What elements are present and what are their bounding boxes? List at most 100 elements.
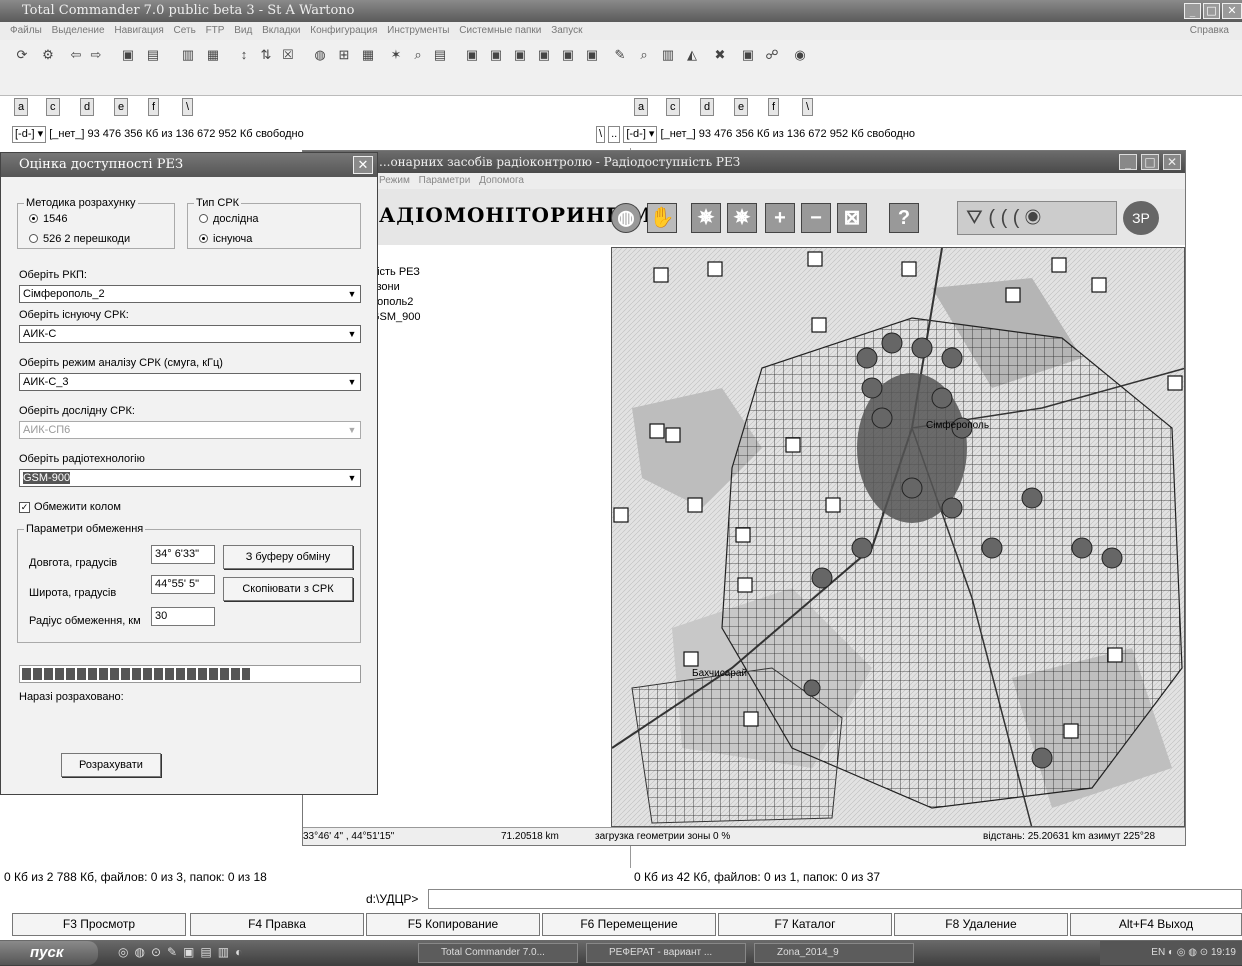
type-existing-radio[interactable]: існуюча (199, 233, 252, 245)
globe-icon[interactable]: ◍ (611, 203, 641, 233)
panel3-icon[interactable]: ▣ (512, 47, 528, 63)
f8-delete-button[interactable]: F8 Удаление (894, 913, 1068, 936)
right-arrow-icon[interactable]: ⇨ (88, 47, 104, 63)
maximize-button[interactable]: □ (1203, 3, 1220, 19)
menu-help[interactable]: Справка (1190, 22, 1229, 40)
menu-net[interactable]: Сеть (174, 25, 196, 36)
map-close-button[interactable]: ✕ (1163, 154, 1181, 170)
f4-edit-button[interactable]: F4 Правка (190, 913, 364, 936)
minimize-button[interactable]: _ (1184, 3, 1201, 19)
lat-input[interactable]: 44°55' 5" (151, 575, 215, 594)
search-icon[interactable]: ⌕ (410, 47, 426, 63)
tree-item[interactable]: GSM_900 (371, 310, 571, 325)
menu-launch[interactable]: Запуск (551, 25, 582, 36)
altf4-exit-button[interactable]: Alt+F4 Выход (1070, 913, 1242, 936)
task-total-commander[interactable]: Total Commander 7.0... (418, 943, 578, 963)
drive-net-button-right[interactable]: \ (802, 98, 814, 116)
root-button[interactable]: \ (596, 125, 606, 143)
web-icon[interactable]: ◍ (312, 47, 328, 63)
zoom-extent-icon[interactable]: ✵ (691, 203, 721, 233)
zoom-in-icon[interactable]: + (765, 203, 795, 233)
compare-icon[interactable]: ☒ (280, 47, 296, 63)
panel-icon[interactable]: ▣ (464, 47, 480, 63)
rkp-select[interactable]: Сімферополь_2 ▼ (19, 285, 361, 303)
tool2-icon[interactable]: ⌕ (636, 47, 652, 63)
map-canvas[interactable]: Сімферополь Бахчисарай (611, 247, 1185, 827)
start-button[interactable]: пуск (0, 941, 98, 965)
map-minimize-button[interactable]: _ (1119, 154, 1137, 170)
drive-f-button[interactable]: f (148, 98, 160, 116)
zoom-window-icon[interactable]: ✵ (727, 203, 757, 233)
type-test-radio[interactable]: дослідна (199, 213, 259, 225)
menu-help-map[interactable]: Допомога (479, 175, 524, 186)
brief-view-icon[interactable]: ⚙ (40, 47, 56, 63)
view-icon[interactable]: ▥ (180, 47, 196, 63)
menu-sysfolders[interactable]: Системные папки (459, 25, 541, 36)
refresh-icon[interactable]: ⟳ (14, 47, 30, 63)
map-maximize-button[interactable]: □ (1141, 154, 1159, 170)
menu-config[interactable]: Конфигурация (310, 25, 377, 36)
method-526-radio[interactable]: 526 2 перешкоди (29, 233, 130, 245)
menu-selection[interactable]: Выделение (52, 25, 105, 36)
drive-c-button-right[interactable]: c (666, 98, 680, 116)
menu-files[interactable]: Файлы (10, 25, 42, 36)
tool6-icon[interactable]: ☍ (764, 47, 780, 63)
sort-az-icon[interactable]: ⇅ (258, 47, 274, 63)
language-indicator[interactable]: EN (1151, 947, 1165, 958)
panel2-icon[interactable]: ▣ (488, 47, 504, 63)
hand-pan-icon[interactable]: ✋ (647, 203, 677, 233)
quick-launch-icons[interactable]: ◎◍⊙✎▣▤▥◐ (118, 945, 248, 959)
limit-checkbox[interactable]: ✓ Обмежити колом (19, 501, 121, 513)
menu-navigation[interactable]: Навигация (114, 25, 163, 36)
menu-tools[interactable]: Инструменты (387, 25, 449, 36)
sort-icon[interactable]: ↕ (236, 47, 252, 63)
edit-icon[interactable]: ▦ (205, 47, 221, 63)
left-drive-combo[interactable]: [-d-] ▾ (12, 125, 47, 143)
clear-icon[interactable]: ⊠ (837, 203, 867, 233)
antenna-selector[interactable]: ⛛ ( ( ( ◉ (957, 201, 1117, 235)
tool5-icon[interactable]: ▣ (740, 47, 756, 63)
calendar-icon[interactable]: ▦ (360, 47, 376, 63)
delete-icon[interactable]: ✖ (712, 47, 728, 63)
help-icon[interactable]: ? (889, 203, 919, 233)
copy-from-srk-button[interactable]: Скопіювати з СРК (223, 577, 353, 601)
f6-move-button[interactable]: F6 Перемещение (542, 913, 716, 936)
srk-select[interactable]: АИК-С ▼ (19, 325, 361, 343)
tree-item[interactable]: ність РЕЗ (371, 265, 571, 280)
tool3-icon[interactable]: ▥ (660, 47, 676, 63)
dialog-close-button[interactable]: ✕ (353, 156, 373, 174)
f7-mkdir-button[interactable]: F7 Каталог (718, 913, 892, 936)
up-button[interactable]: .. (608, 125, 621, 143)
star-icon[interactable]: ✶ (388, 47, 404, 63)
drive-a-button-right[interactable]: a (634, 98, 649, 116)
tree-item[interactable]: рополь2 (371, 295, 571, 310)
drive-e-button[interactable]: e (114, 98, 129, 116)
menu-params[interactable]: Параметри (419, 175, 471, 186)
from-clipboard-button[interactable]: З буферу обміну (223, 545, 353, 569)
panel6-icon[interactable]: ▣ (584, 47, 600, 63)
drive-d-button[interactable]: d (80, 98, 95, 116)
cmd-input[interactable] (428, 889, 1242, 909)
ftp-icon[interactable]: ⊞ (336, 47, 352, 63)
tool1-icon[interactable]: ✎ (612, 47, 628, 63)
close-button[interactable]: ✕ (1222, 3, 1242, 19)
pack-icon[interactable]: ▣ (120, 47, 136, 63)
f5-copy-button[interactable]: F5 Копирование (366, 913, 540, 936)
tech-select[interactable]: GSM-900 ▼ (19, 469, 361, 487)
drive-c-button[interactable]: c (46, 98, 60, 116)
drive-e-button-right[interactable]: e (734, 98, 749, 116)
unpack-icon[interactable]: ▤ (145, 47, 161, 63)
notes-icon[interactable]: ▤ (432, 47, 448, 63)
menu-ftp[interactable]: FTP (206, 25, 225, 36)
zoom-out-icon[interactable]: − (801, 203, 831, 233)
menu-view[interactable]: Вид (234, 25, 252, 36)
drive-net-button[interactable]: \ (182, 98, 194, 116)
drive-a-button[interactable]: a (14, 98, 29, 116)
right-drive-combo[interactable]: [-d-] ▾ (623, 125, 658, 143)
method-1546-radio[interactable]: 1546 (29, 213, 67, 225)
drive-f-button-right[interactable]: f (768, 98, 780, 116)
left-arrow-icon[interactable]: ⇦ (68, 47, 84, 63)
radius-input[interactable]: 30 (151, 607, 215, 626)
tray-icons[interactable]: ◐ ◎ ◍ ⊙ (1168, 947, 1211, 958)
f3-view-button[interactable]: F3 Просмотр (12, 913, 186, 936)
